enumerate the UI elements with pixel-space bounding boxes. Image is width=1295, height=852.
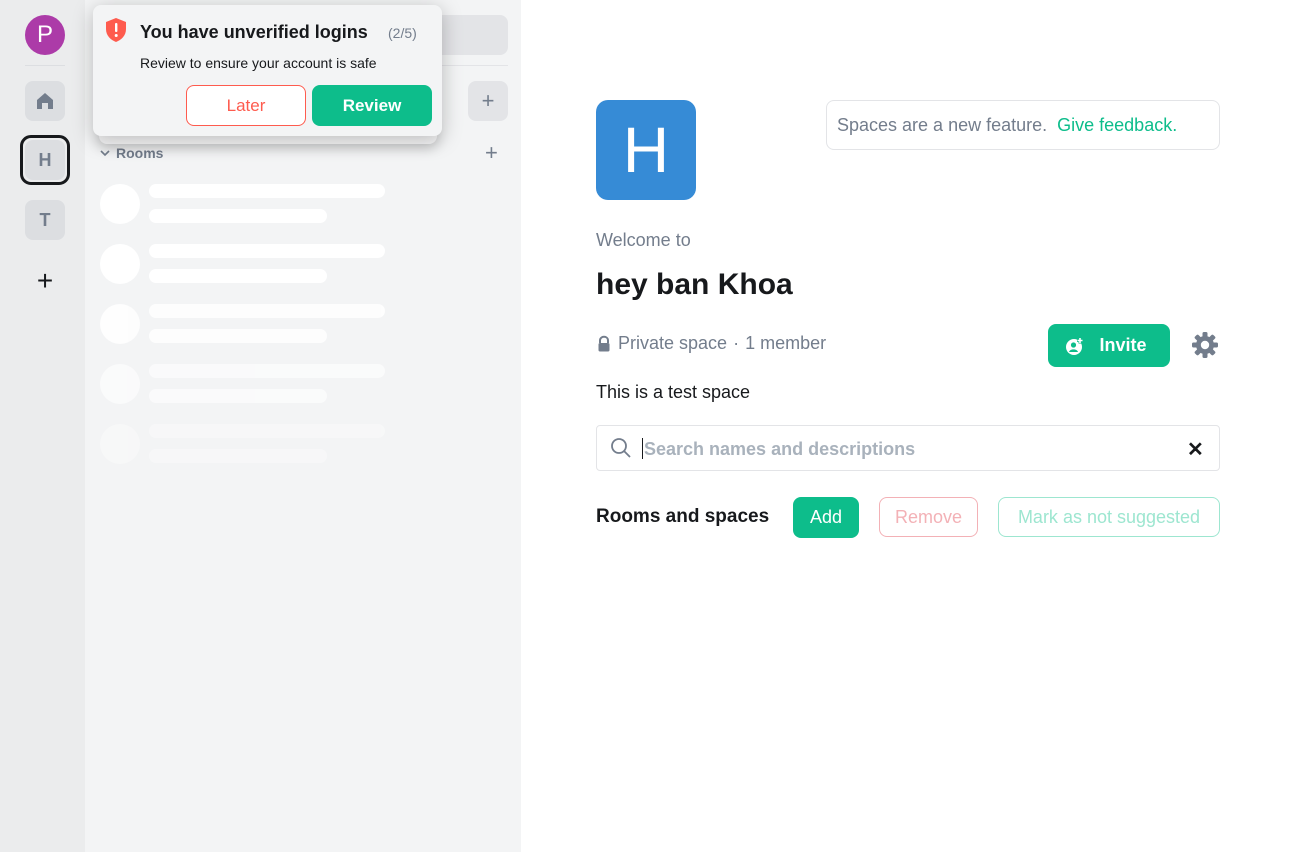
toast-description: Review to ensure your account is safe xyxy=(140,55,377,71)
toast-title: You have unverified logins xyxy=(140,22,368,42)
review-button[interactable]: Review xyxy=(312,85,432,126)
gear-icon[interactable] xyxy=(1190,330,1220,360)
hierarchy-search-input[interactable]: Search names and descriptions ✕ xyxy=(596,425,1220,471)
space-panel: P H T + xyxy=(0,0,85,852)
shield-alert-icon xyxy=(106,18,126,42)
spacebar-divider xyxy=(25,65,65,66)
space-topic: This is a test space xyxy=(596,382,751,402)
room-skeleton xyxy=(100,184,400,228)
search-icon xyxy=(611,438,631,458)
clear-search-button[interactable]: ✕ xyxy=(1187,437,1204,462)
feedback-text: Spaces are a new feature. xyxy=(837,114,1048,135)
privacy-label: Private space xyxy=(618,333,728,353)
home-button[interactable] xyxy=(25,81,65,121)
space-button-h[interactable]: H xyxy=(25,140,65,180)
room-skeleton xyxy=(100,244,400,288)
space-name: hey ban Khoa xyxy=(596,268,793,301)
room-skeleton xyxy=(100,304,400,348)
space-avatar: H xyxy=(596,100,696,200)
rooms-and-spaces-heading: Rooms and spaces xyxy=(596,506,770,527)
meta-separator: · xyxy=(733,333,740,353)
user-avatar[interactable]: P xyxy=(25,15,65,55)
search-placeholder: Search names and descriptions xyxy=(644,439,916,459)
member-count[interactable]: 1 member xyxy=(745,333,826,354)
create-space-button[interactable]: + xyxy=(25,261,65,301)
mark-not-suggested-button[interactable]: Mark as not suggested xyxy=(998,497,1220,537)
feedback-banner: Spaces are a new feature. Give feedback. xyxy=(826,100,1220,150)
rooms-section-header[interactable]: Rooms xyxy=(100,145,163,161)
toast-count: (2/5) xyxy=(388,25,417,41)
space-button-t[interactable]: T xyxy=(25,200,65,240)
lock-icon xyxy=(598,335,610,351)
chevron-down-icon xyxy=(100,150,110,157)
invite-user-icon xyxy=(1066,337,1084,355)
text-caret xyxy=(642,438,643,459)
unverified-logins-toast: You have unverified logins (2/5) Review … xyxy=(93,5,442,136)
welcome-label: Welcome to xyxy=(596,230,691,250)
room-skeleton xyxy=(100,424,400,468)
space-meta: Private space · 1 member xyxy=(596,333,826,354)
room-skeleton xyxy=(100,364,400,408)
later-button[interactable]: Later xyxy=(186,85,306,126)
invite-button[interactable]: Invite xyxy=(1048,324,1170,367)
home-icon xyxy=(37,93,53,109)
add-room-button[interactable]: + xyxy=(485,140,498,166)
invite-label: Invite xyxy=(1099,335,1147,355)
rooms-section-label: Rooms xyxy=(116,145,164,161)
add-button[interactable]: Add xyxy=(793,497,859,538)
give-feedback-link[interactable]: Give feedback. xyxy=(1057,115,1177,136)
remove-button[interactable]: Remove xyxy=(879,497,978,537)
explore-rooms-button[interactable]: + xyxy=(468,81,508,121)
